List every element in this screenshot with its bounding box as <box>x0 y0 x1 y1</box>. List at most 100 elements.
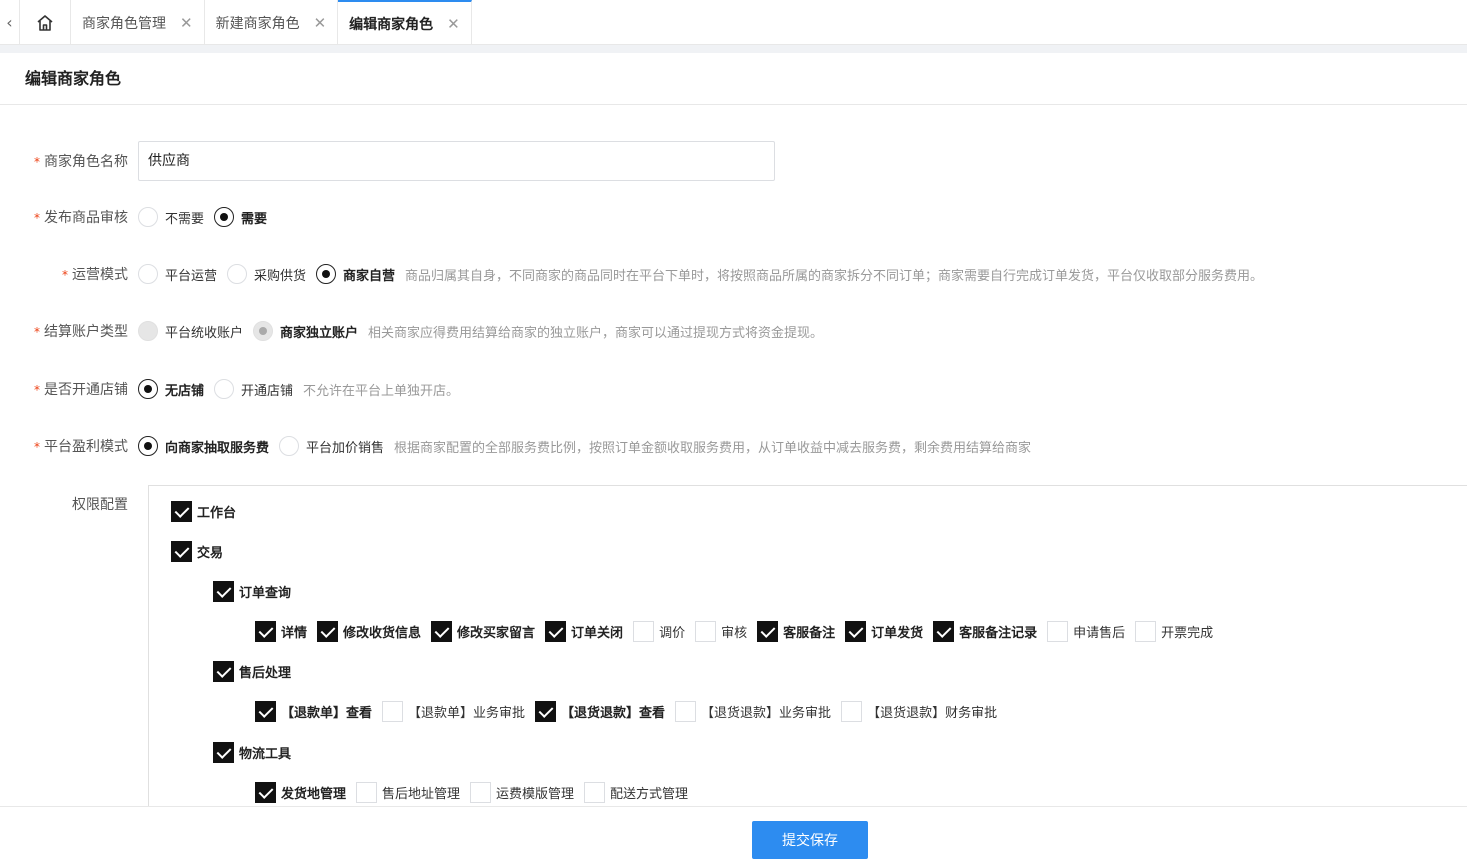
checkbox-box[interactable] <box>545 621 567 642</box>
tab-edit-merchant-role[interactable]: 编辑商家角色 ✕ <box>338 0 472 45</box>
perm-item-checkbox[interactable]: 客服备注记录 <box>933 621 1037 642</box>
label-text: 商家角色名称 <box>44 154 128 170</box>
checkbox-box[interactable] <box>584 782 606 803</box>
operation-option-purchase[interactable]: 采购供货 <box>227 264 306 284</box>
operation-option-platform[interactable]: 平台运营 <box>138 264 217 284</box>
submit-save-button[interactable]: 提交保存 <box>752 821 868 859</box>
tab-merchant-role-manage[interactable]: 商家角色管理 ✕ <box>71 0 205 45</box>
radio-dot[interactable] <box>138 436 158 456</box>
radio-dot[interactable] <box>138 264 158 284</box>
checkbox-box[interactable] <box>633 621 655 642</box>
perm-order-items: 详情 修改收货信息 修改买家留言 订单关闭 调价 审核 客服备注 订单发货 客服备注记录 申请售后… <box>255 621 1223 642</box>
checkbox-box[interactable] <box>255 782 276 803</box>
perm-item-checkbox[interactable]: 修改买家留言 <box>431 621 535 642</box>
store-option-none[interactable]: 无店铺 <box>138 379 204 399</box>
perm-item-checkbox[interactable]: 运费模版管理 <box>470 782 574 803</box>
radio-dot[interactable] <box>214 207 235 227</box>
checkbox-box[interactable] <box>757 621 779 642</box>
close-icon[interactable]: ✕ <box>447 15 460 33</box>
perm-logistics-checkbox[interactable]: 物流工具 <box>213 742 291 763</box>
radio-dot <box>138 321 158 341</box>
checkbox-box[interactable] <box>431 621 453 642</box>
tab-new-merchant-role[interactable]: 新建商家角色 ✕ <box>205 0 339 45</box>
profit-row: * 平台盈利模式 向商家抽取服务费 平台加价销售 根据商家配置的全部服务费比例，按… <box>0 436 1031 456</box>
settlement-hint: 相关商家应得费用结算给商家的独立账户，商家可以通过提现方式将资金提现。 <box>368 325 824 341</box>
checkbox-box[interactable] <box>845 621 867 642</box>
checkbox-box[interactable] <box>470 782 492 803</box>
perm-item-checkbox[interactable]: 审核 <box>695 621 747 642</box>
checkbox-box[interactable] <box>317 621 339 642</box>
checkbox-box[interactable] <box>675 701 697 722</box>
perm-item-checkbox[interactable]: 【退货退款】业务审批 <box>675 701 831 722</box>
checkbox-label: 【退货退款】查看 <box>561 706 666 721</box>
store-hint: 不允许在平台上单独开店。 <box>303 383 460 399</box>
perm-after-sale-checkbox[interactable]: 售后处理 <box>213 661 291 682</box>
radio-dot[interactable] <box>138 207 158 227</box>
review-option-yes[interactable]: 需要 <box>214 207 267 227</box>
required-mark: * <box>34 440 40 454</box>
profit-option-service-fee[interactable]: 向商家抽取服务费 <box>138 436 269 456</box>
radio-label: 平台统收账户 <box>165 325 244 341</box>
perm-item-checkbox[interactable]: 发货地管理 <box>255 782 346 803</box>
perm-item-checkbox[interactable]: 订单关闭 <box>545 621 623 642</box>
perm-item-checkbox[interactable]: 【退货退款】财务审批 <box>841 701 997 722</box>
perm-item-checkbox[interactable]: 售后地址管理 <box>356 782 460 803</box>
checkbox-box[interactable] <box>356 782 378 803</box>
checkbox-box[interactable] <box>255 701 276 722</box>
checkbox-box[interactable] <box>255 621 276 642</box>
required-mark: * <box>34 325 40 339</box>
radio-label: 商家自营 <box>343 268 396 284</box>
checkbox-box[interactable] <box>171 541 192 562</box>
close-icon[interactable]: ✕ <box>314 14 327 32</box>
perm-trade-checkbox[interactable]: 交易 <box>171 541 223 562</box>
perm-order-query-checkbox[interactable]: 订单查询 <box>213 581 291 602</box>
checkbox-box[interactable] <box>1047 621 1069 642</box>
perm-item-checkbox[interactable]: 【退货退款】查看 <box>535 701 665 722</box>
checkbox-box[interactable] <box>213 581 234 602</box>
review-option-no[interactable]: 不需要 <box>138 207 204 227</box>
operation-option-self[interactable]: 商家自营 <box>316 264 395 284</box>
checkbox-label: 审核 <box>721 626 748 641</box>
radio-label: 采购供货 <box>254 268 307 284</box>
radio-dot[interactable] <box>279 436 300 456</box>
checkbox-box[interactable] <box>535 701 557 722</box>
checkbox-box[interactable] <box>841 701 863 722</box>
perm-item-checkbox[interactable]: 【退款单】业务审批 <box>382 701 525 722</box>
checkbox-label: 工作台 <box>197 506 237 521</box>
radio-dot[interactable] <box>316 264 337 284</box>
required-mark: * <box>34 155 40 169</box>
role-name-input[interactable]: 供应商 <box>138 141 775 181</box>
perm-item-checkbox[interactable]: 客服备注 <box>757 621 835 642</box>
close-icon[interactable]: ✕ <box>180 14 193 32</box>
store-label: * 是否开通店铺 <box>0 379 138 399</box>
checkbox-box[interactable] <box>1135 621 1157 642</box>
checkbox-box[interactable] <box>213 742 234 763</box>
checkbox-box[interactable] <box>382 701 404 722</box>
radio-label: 平台运营 <box>165 268 218 284</box>
home-tab[interactable] <box>20 0 71 45</box>
settlement-label: * 结算账户类型 <box>0 321 138 341</box>
perm-item-checkbox[interactable]: 订单发货 <box>845 621 923 642</box>
profit-option-markup[interactable]: 平台加价销售 <box>279 436 384 456</box>
perm-item-checkbox[interactable]: 【退款单】查看 <box>255 701 372 722</box>
radio-dot[interactable] <box>214 379 235 399</box>
perm-item-checkbox[interactable]: 调价 <box>633 621 685 642</box>
radio-dot[interactable] <box>138 379 158 399</box>
perm-item-checkbox[interactable]: 申请售后 <box>1047 621 1125 642</box>
checkbox-box[interactable] <box>695 621 717 642</box>
checkbox-box[interactable] <box>933 621 955 642</box>
checkbox-box[interactable] <box>171 501 192 522</box>
perm-item-checkbox[interactable]: 配送方式管理 <box>584 782 688 803</box>
permissions-label: 权限配置 <box>72 497 128 513</box>
perm-item-checkbox[interactable]: 开票完成 <box>1135 621 1213 642</box>
profit-hint: 根据商家配置的全部服务费比例，按照订单金额收取服务费用，从订单收益中减去服务费，… <box>394 440 1032 456</box>
tab-scroll-left-icon[interactable]: ‹ <box>0 0 20 45</box>
perm-item-checkbox[interactable]: 修改收货信息 <box>317 621 421 642</box>
checkbox-box[interactable] <box>213 661 234 682</box>
checkbox-label: 发货地管理 <box>281 787 347 802</box>
radio-dot[interactable] <box>227 264 248 284</box>
checkbox-label: 订单查询 <box>239 586 292 601</box>
perm-item-checkbox[interactable]: 详情 <box>255 621 307 642</box>
store-option-open[interactable]: 开通店铺 <box>214 379 293 399</box>
perm-workbench-checkbox[interactable]: 工作台 <box>171 501 236 522</box>
